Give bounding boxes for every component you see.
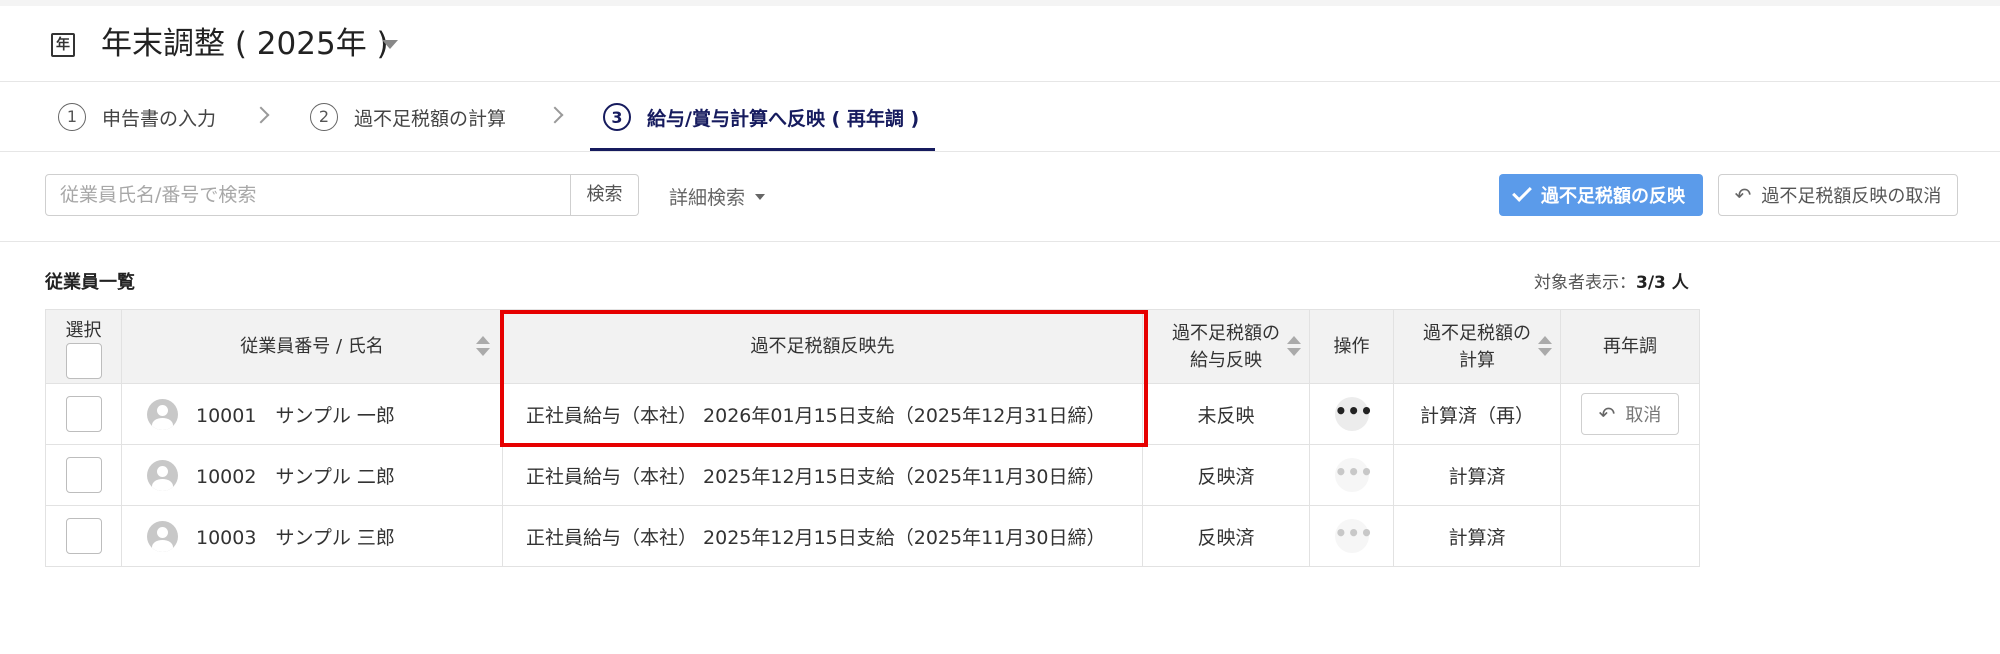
reflect-status: 反映済 [1142, 444, 1310, 506]
employee-name: 10002 サンプル 二郎 [196, 465, 395, 488]
column-header-employee[interactable]: 従業員番号 / 氏名 [121, 309, 503, 384]
employee-name: 10003 サンプル 三郎 [196, 526, 395, 549]
column-header-destination: 過不足税額反映先 [502, 309, 1143, 384]
step-number: 3 [603, 103, 631, 131]
row-checkbox[interactable] [65, 518, 102, 554]
action-cell: ••• [1309, 383, 1394, 445]
check-icon [1512, 182, 1532, 202]
column-header-action: 操作 [1309, 309, 1394, 384]
cancel-reflect-label: 過不足税額反映の取消 [1761, 186, 1942, 207]
table-header-row: 選択 従業員番号 / 氏名 過不足税額反映先 過不足税額の 給与反映 操作 過不… [45, 309, 1700, 384]
search-toolbar: 検索 詳細検索 過不足税額の反映 ↶ 過不足税額反映の取消 [0, 152, 2000, 242]
sort-icon [1538, 336, 1552, 356]
salary-reflect-header-line2: 給与反映 [1190, 349, 1262, 371]
readjust-cell [1560, 444, 1700, 506]
table-row: 10002 サンプル 二郎 正社員給与（本社） 2025年12月15日支給（20… [45, 444, 1700, 506]
employee-header-label: 従業員番号 / 氏名 [240, 336, 384, 357]
more-options-icon: ••• [1334, 458, 1373, 492]
column-header-select: 選択 [45, 309, 122, 384]
caret-down-icon [755, 193, 766, 200]
step-number: 2 [310, 103, 338, 131]
employee-cell: 10002 サンプル 二郎 [121, 444, 503, 506]
target-count-value: 3/3 人 [1636, 273, 1689, 293]
readjust-header-label: 再年調 [1603, 336, 1657, 357]
calc-status-link[interactable]: 計算済 [1393, 505, 1561, 567]
employee-table: 選択 従業員番号 / 氏名 過不足税額反映先 過不足税額の 給与反映 操作 過不… [45, 309, 1700, 567]
sort-icon [1287, 336, 1301, 356]
table-row: 10003 サンプル 三郎 正社員給与（本社） 2025年12月15日支給（20… [45, 505, 1700, 567]
calc-status-link[interactable]: 計算済 [1393, 444, 1561, 506]
calendar-year-icon: 年 [51, 33, 75, 57]
reflect-tax-label: 過不足税額の反映 [1541, 186, 1685, 207]
row-select-cell [45, 444, 122, 506]
readjust-cancel-label: 取消 [1625, 405, 1662, 426]
employee-list-title: 従業員一覧 [45, 272, 135, 293]
select-header-label: 選択 [65, 319, 102, 341]
target-count: 対象者表示：3/3 人 [1534, 268, 1689, 293]
employee-search-input[interactable] [45, 174, 571, 216]
column-header-calculation[interactable]: 過不足税額の 計算 [1393, 309, 1561, 384]
select-all-checkbox[interactable] [65, 342, 102, 379]
calc-status-link[interactable]: 計算済（再） [1393, 383, 1561, 445]
employee-name: 10001 サンプル 一郎 [196, 404, 395, 427]
employee-cell: 10001 サンプル 一郎 [121, 383, 503, 445]
row-select-cell [45, 505, 122, 567]
step-label: 申告書の入力 [102, 107, 217, 130]
calc-header-line1: 過不足税額の [1423, 322, 1531, 344]
step-input-declaration[interactable]: 1 申告書の入力 [58, 100, 216, 134]
page-title: 年末調整 ( 2025年 ) [101, 26, 389, 62]
destination-header-label: 過不足税額反映先 [750, 336, 895, 357]
reflect-tax-button[interactable]: 過不足税額の反映 [1499, 174, 1703, 216]
reflect-status: 未反映 [1142, 383, 1310, 445]
sort-icon [476, 336, 490, 356]
calc-header-line2: 計算 [1459, 349, 1495, 371]
step-reflect-payroll[interactable]: 3 給与/賞与計算へ反映 ( 再年調 ) [603, 100, 919, 134]
avatar-icon [147, 520, 178, 552]
page-header: 年 年末調整 ( 2025年 ) [0, 6, 2000, 82]
active-step-underline [590, 148, 935, 151]
action-cell: ••• [1309, 444, 1394, 506]
chevron-right-icon [546, 106, 564, 124]
destination-cell: 正社員給与（本社） 2025年12月15日支給（2025年11月30日締） [502, 444, 1143, 506]
advanced-search-label: 詳細検索 [669, 187, 746, 209]
reflect-status: 反映済 [1142, 505, 1310, 567]
row-checkbox[interactable] [65, 457, 102, 493]
undo-arrow-icon: ↶ [1598, 402, 1616, 426]
employee-cell: 10003 サンプル 三郎 [121, 505, 503, 567]
row-checkbox[interactable] [65, 396, 102, 432]
table-row: 10001 サンプル 一郎 正社員給与（本社） 2026年01月15日支給（20… [45, 383, 1700, 445]
cancel-reflect-button[interactable]: ↶ 過不足税額反映の取消 [1718, 174, 1958, 216]
column-header-readjust: 再年調 [1560, 309, 1700, 384]
undo-arrow-icon: ↶ [1734, 183, 1752, 207]
step-label: 過不足税額の計算 [354, 107, 507, 130]
chevron-right-icon [252, 106, 270, 124]
chevron-down-icon[interactable] [382, 40, 398, 49]
readjust-cell [1560, 505, 1700, 567]
readjust-cell: ↶ 取消 [1560, 383, 1700, 445]
search-button[interactable]: 検索 [571, 174, 639, 216]
action-cell: ••• [1309, 505, 1394, 567]
step-tax-calculation[interactable]: 2 過不足税額の計算 [310, 100, 506, 134]
avatar-icon [147, 459, 178, 491]
step-number: 1 [58, 103, 86, 131]
target-count-label: 対象者表示： [1534, 273, 1636, 293]
salary-reflect-header-line1: 過不足税額の [1172, 322, 1280, 344]
advanced-search-toggle[interactable]: 詳細検索 [669, 183, 766, 210]
action-header-label: 操作 [1333, 336, 1370, 357]
destination-cell: 正社員給与（本社） 2025年12月15日支給（2025年11月30日締） [502, 505, 1143, 567]
readjust-cancel-button[interactable]: ↶ 取消 [1581, 393, 1679, 435]
more-options-icon: ••• [1334, 519, 1373, 553]
column-header-salary-reflect[interactable]: 過不足税額の 給与反映 [1142, 309, 1310, 384]
destination-cell: 正社員給与（本社） 2026年01月15日支給（2025年12月31日締） [502, 383, 1143, 445]
more-options-icon[interactable]: ••• [1334, 397, 1373, 431]
step-navigation: 1 申告書の入力 2 過不足税額の計算 3 給与/賞与計算へ反映 ( 再年調 ) [0, 82, 2000, 152]
step-label: 給与/賞与計算へ反映 ( 再年調 ) [647, 107, 920, 130]
avatar-icon [147, 398, 178, 430]
row-select-cell [45, 383, 122, 445]
